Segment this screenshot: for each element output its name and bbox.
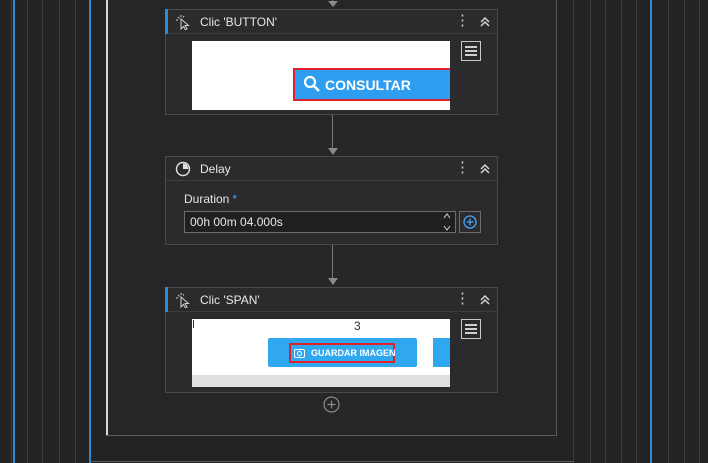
connector-arrow (328, 148, 338, 155)
frame-line (605, 0, 606, 463)
page-number: 3 (354, 319, 361, 333)
clock-icon (175, 161, 191, 177)
screenshot-preview: CONSULTAR (192, 41, 450, 110)
step-title: Delay (200, 161, 231, 176)
frame-line (42, 0, 43, 463)
connector-line (332, 115, 333, 148)
frame-line (89, 0, 91, 463)
outer-bottom-border (89, 461, 574, 462)
connector-line (332, 245, 333, 278)
required-mark: * (232, 192, 238, 206)
next-button-preview (433, 338, 450, 367)
step-title: Clic 'BUTTON' (200, 14, 278, 29)
chevrons-up-icon[interactable] (479, 15, 491, 33)
search-icon (303, 75, 321, 98)
duration-label: Duration * (184, 192, 237, 206)
step-title: Clic 'SPAN' (200, 292, 260, 307)
container-right-border (556, 0, 557, 436)
frame-line (59, 0, 60, 463)
camera-icon (294, 348, 305, 358)
hamburger-menu-icon[interactable] (461, 319, 481, 339)
duration-stepper[interactable] (443, 212, 451, 234)
plus-circle-icon (463, 215, 477, 229)
consultar-label: CONSULTAR (325, 76, 411, 93)
chevrons-up-icon[interactable] (479, 162, 491, 180)
preview-cursor (193, 320, 194, 328)
frame-line (668, 0, 669, 463)
frame-line (636, 0, 637, 463)
step-header[interactable]: Delay ⋮ (166, 157, 497, 181)
step-clic-span[interactable]: Clic 'SPAN' ⋮ 3 GUARDAR IMAGEN (165, 287, 498, 393)
plus-circle-icon (323, 396, 340, 413)
consultar-button-preview: CONSULTAR (293, 68, 450, 101)
frame-line (75, 0, 76, 463)
container-bottom-border (106, 435, 557, 436)
hamburger-menu-icon[interactable] (461, 41, 481, 61)
guardar-imagen-label: GUARDAR IMAGEN (311, 348, 396, 358)
frame-line (650, 0, 652, 463)
container-left-border (106, 0, 108, 436)
frame-line (590, 0, 591, 463)
more-vertical-icon[interactable]: ⋮ (455, 160, 470, 176)
preview-highlight: GUARDAR IMAGEN (289, 343, 396, 363)
chevrons-up-icon[interactable] (479, 293, 491, 311)
frame-line (684, 0, 685, 463)
screenshot-preview: 3 GUARDAR IMAGEN (192, 319, 450, 387)
duration-label-text: Duration (184, 192, 230, 206)
frame-line (621, 0, 622, 463)
connector-arrow (328, 278, 338, 285)
frame-line (573, 0, 574, 463)
frame-line (13, 0, 15, 463)
cursor-click-icon (175, 14, 191, 30)
step-header[interactable]: Clic 'SPAN' ⋮ (165, 287, 497, 312)
more-vertical-icon[interactable]: ⋮ (455, 13, 470, 29)
step-delay[interactable]: Delay ⋮ Duration * 00h 00m 04.000s (165, 156, 498, 245)
preview-footer-bar (192, 375, 450, 387)
connector-arrow (328, 1, 338, 7)
more-vertical-icon[interactable]: ⋮ (455, 291, 470, 307)
frame-line (11, 0, 12, 463)
step-header[interactable]: Clic 'BUTTON' ⋮ (165, 9, 497, 34)
cursor-click-icon (175, 292, 191, 308)
step-clic-button[interactable]: Clic 'BUTTON' ⋮ CONSULTAR (165, 9, 498, 115)
add-variable-button[interactable] (459, 211, 481, 233)
frame-line (27, 0, 28, 463)
add-step-button[interactable] (323, 396, 340, 418)
duration-field[interactable]: 00h 00m 04.000s (184, 211, 456, 233)
duration-value: 00h 00m 04.000s (190, 215, 283, 229)
frame-line (699, 0, 700, 463)
